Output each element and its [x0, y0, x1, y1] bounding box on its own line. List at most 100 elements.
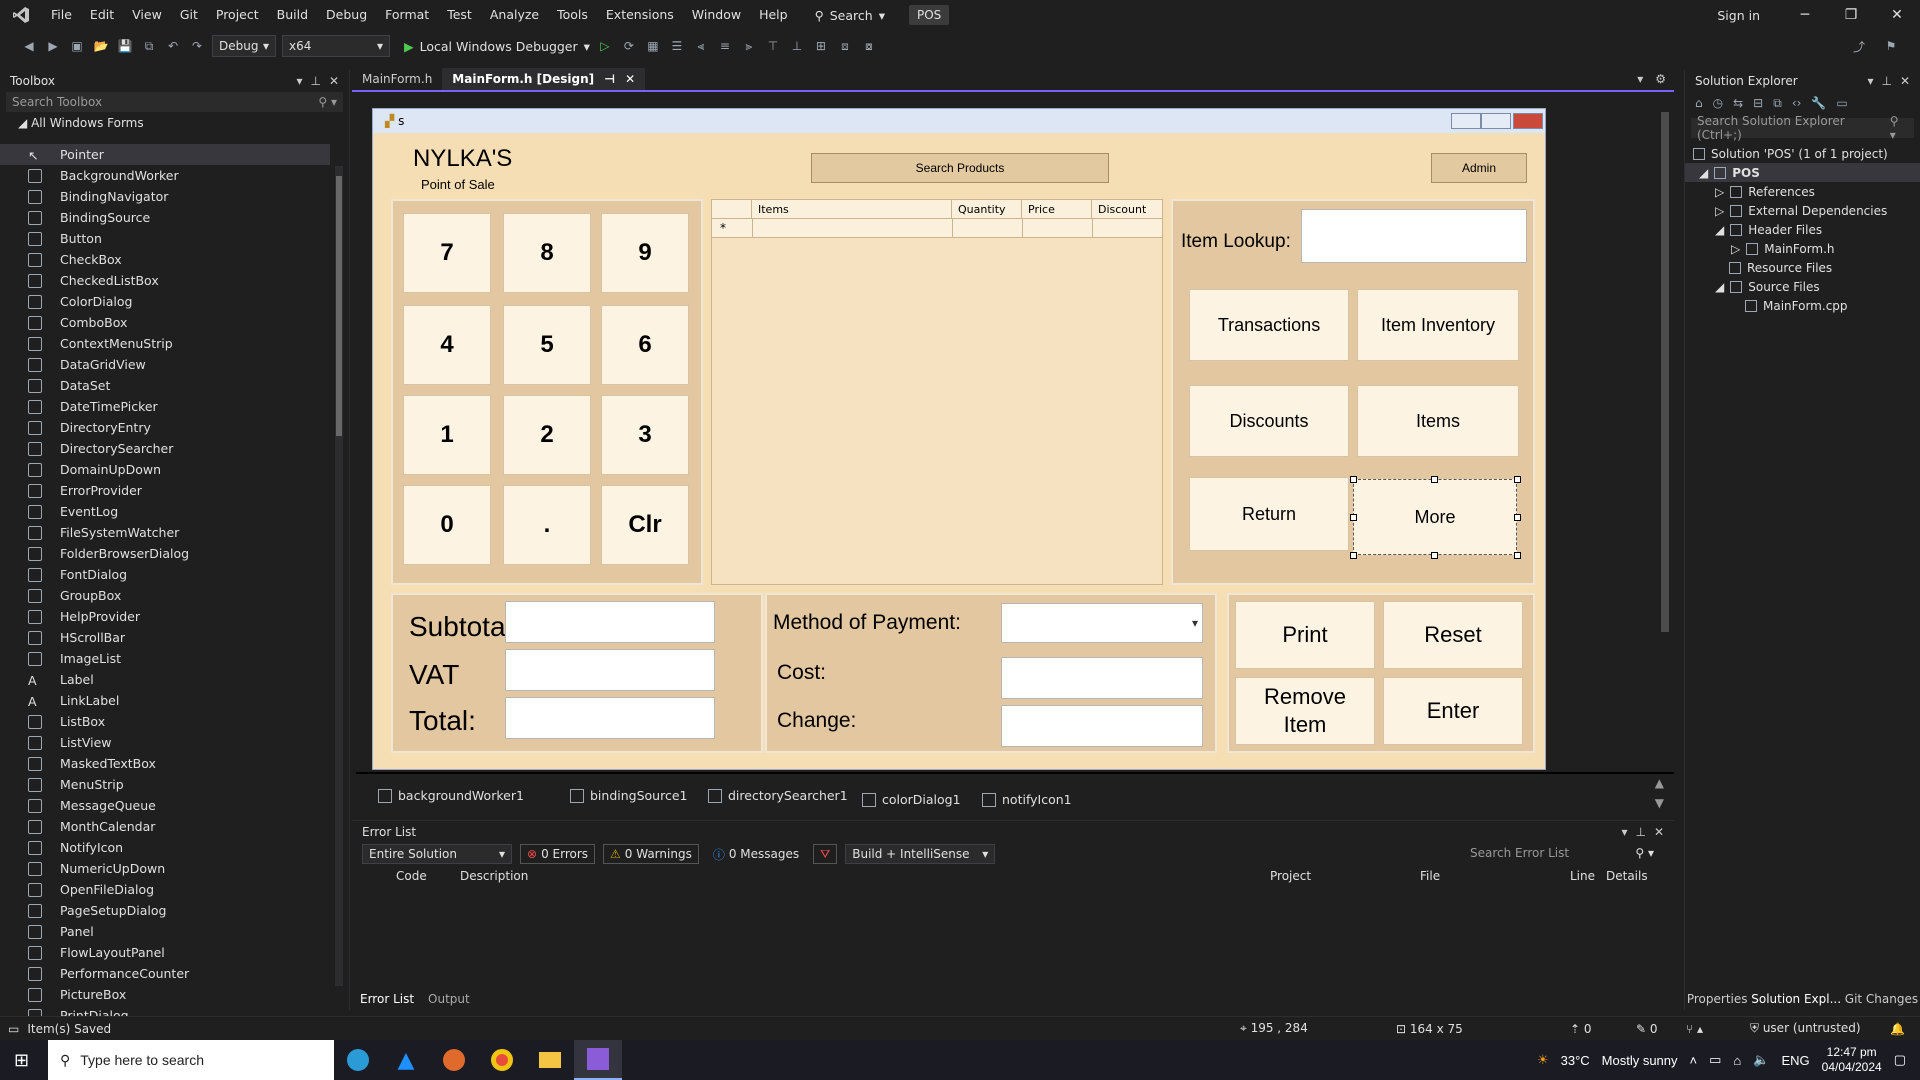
new-project-icon[interactable]: ▣ [68, 37, 86, 55]
menu-edit[interactable]: Edit [81, 0, 123, 30]
visual-studio-taskbar-icon[interactable] [574, 1040, 622, 1080]
column-line[interactable]: Line [1570, 869, 1595, 883]
toolbox-item[interactable]: FolderBrowserDialog [0, 543, 330, 564]
tree-node-mainform-cpp[interactable]: MainForm.cpp [1685, 296, 1920, 315]
grid-header-quantity[interactable]: Quantity [952, 200, 1022, 218]
key-5-button[interactable]: 5 [503, 305, 591, 385]
gear-icon[interactable]: ⚙ [1655, 72, 1666, 86]
menu-extensions[interactable]: Extensions [597, 0, 683, 30]
errors-filter-button[interactable]: ⊗ 0 Errors [520, 844, 596, 864]
toolbox-item[interactable]: Button [0, 228, 330, 249]
grid-new-row[interactable]: * [712, 218, 1162, 238]
minimize-icon[interactable]: ─ [1782, 7, 1828, 23]
menu-file[interactable]: File [42, 0, 81, 30]
tree-node-resource-files[interactable]: Resource Files [1685, 258, 1920, 277]
chevron-up-icon[interactable]: ˄ [1690, 1053, 1698, 1068]
toolbox-item[interactable]: BackgroundWorker [0, 165, 330, 186]
resize-handle[interactable] [1350, 514, 1357, 521]
close-icon[interactable]: ✕ [329, 74, 339, 88]
pos-form[interactable]: ▞ s NYLKA'S Point of Sale Search Product… [372, 108, 1546, 770]
resize-handle[interactable] [1350, 552, 1357, 559]
restore-icon[interactable]: ❐ [1828, 7, 1874, 23]
toolbox-scrollbar[interactable] [335, 166, 343, 986]
item-inventory-button[interactable]: Item Inventory [1357, 289, 1519, 361]
tree-node-header-files[interactable]: ◢ Header Files [1685, 220, 1920, 239]
column-details[interactable]: Details [1606, 869, 1648, 883]
resize-handle[interactable] [1514, 476, 1521, 483]
toolbox-item[interactable]: FileSystemWatcher [0, 522, 330, 543]
grid-header-price[interactable]: Price [1022, 200, 1092, 218]
toolbox-item[interactable]: PictureBox [0, 984, 330, 1005]
toolbox-item[interactable]: PageSetupDialog [0, 900, 330, 921]
tree-node-mainform-h[interactable]: ▷ MainForm.h [1685, 239, 1920, 258]
transactions-button[interactable]: Transactions [1189, 289, 1349, 361]
close-icon[interactable]: ✕ [1874, 7, 1920, 23]
tree-node-project[interactable]: ◢ POS [1685, 163, 1920, 182]
payment-method-select[interactable]: ▾ [1001, 603, 1203, 643]
sync-icon[interactable]: ⇆ [1733, 96, 1743, 110]
toolbox-item[interactable]: DataSet [0, 375, 330, 396]
toolbox-item[interactable]: DirectorySearcher [0, 438, 330, 459]
key-7-button[interactable]: 7 [403, 213, 491, 293]
taskbar-search-input[interactable]: ⚲ Type here to search [48, 1040, 334, 1080]
enter-button[interactable]: Enter [1383, 677, 1523, 745]
toolbox-item[interactable]: ColorDialog [0, 291, 330, 312]
edits-indicator[interactable]: ✎ 0 [1636, 1022, 1658, 1036]
grid-header-items[interactable]: Items [752, 200, 952, 218]
reset-button[interactable]: Reset [1383, 601, 1523, 669]
history-icon[interactable]: ◷ [1713, 96, 1723, 110]
platform-dropdown[interactable]: x64 ▾ [282, 35, 390, 57]
align-top-icon[interactable]: ⊤ [764, 37, 782, 55]
chevron-down-icon[interactable]: ▾ [1621, 825, 1627, 839]
column-project[interactable]: Project [1270, 869, 1311, 883]
weather-icon[interactable]: ☀ [1537, 1052, 1549, 1068]
notification-icon[interactable]: 🔔 [1890, 1022, 1905, 1036]
resize-handle[interactable] [1514, 514, 1521, 521]
start-without-debugging-icon[interactable]: ▷ [596, 37, 614, 55]
toolbox-item[interactable]: ListView [0, 732, 330, 753]
menu-window[interactable]: Window [683, 0, 750, 30]
align-middle-icon[interactable]: ⊥ [788, 37, 806, 55]
edge-icon[interactable] [334, 1040, 382, 1080]
toolbox-item[interactable]: NumericUpDown [0, 858, 330, 879]
close-icon[interactable]: ✕ [1900, 74, 1910, 88]
toolbox-item[interactable]: HelpProvider [0, 606, 330, 627]
admin-button[interactable]: Admin [1431, 153, 1527, 183]
tab-mainform-design[interactable]: MainForm.h [Design] ⊣ ✕ [442, 68, 646, 90]
clock[interactable]: 12:47 pm 04/04/2024 [1822, 1045, 1882, 1075]
toolbox-item[interactable]: MessageQueue [0, 795, 330, 816]
designer-scrollbar[interactable] [1658, 94, 1672, 770]
key-8-button[interactable]: 8 [503, 213, 591, 293]
preview-icon[interactable]: ▭ [1836, 96, 1847, 110]
toolbox-item[interactable]: ErrorProvider [0, 480, 330, 501]
save-all-icon[interactable]: ⧉ [140, 37, 158, 55]
toolbox-item[interactable]: FlowLayoutPanel [0, 942, 330, 963]
toolbox-item[interactable]: BindingNavigator [0, 186, 330, 207]
tree-node-source-files[interactable]: ◢ Source Files [1685, 277, 1920, 296]
toolbox-item[interactable]: CheckBox [0, 249, 330, 270]
tree-node-solution[interactable]: Solution 'POS' (1 of 1 project) [1685, 144, 1920, 163]
filter-button[interactable]: ⛛ [813, 844, 838, 864]
tab-solution-explorer[interactable]: Solution Expl... [1751, 992, 1841, 1006]
toolbox-item[interactable]: ContextMenuStrip [0, 333, 330, 354]
key-clear-button[interactable]: Clr [601, 485, 689, 565]
toolbox-item[interactable]: FontDialog [0, 564, 330, 585]
menu-test[interactable]: Test [438, 0, 481, 30]
subtotal-input[interactable] [505, 601, 715, 643]
resize-handle[interactable] [1431, 476, 1438, 483]
user-indicator[interactable]: ⛨ user (untrusted) [1750, 1021, 1861, 1036]
code-icon[interactable]: ‹› [1792, 96, 1802, 110]
network-icon[interactable]: ⌂ [1733, 1053, 1741, 1068]
size-icon[interactable]: ⊞ [812, 37, 830, 55]
key-9-button[interactable]: 9 [601, 213, 689, 293]
scope-dropdown[interactable]: Entire Solution ▾ [362, 844, 512, 864]
grid-header-discount[interactable]: Discount [1092, 200, 1162, 218]
resize-handle[interactable] [1431, 552, 1438, 559]
toolbox-group-header[interactable]: ◢ All Windows Forms [0, 112, 349, 134]
chevron-down-icon[interactable]: ▾ [1637, 72, 1643, 86]
layout-icon[interactable]: ▦ [644, 37, 662, 55]
share-icon[interactable]: ⤴ [1850, 37, 1868, 55]
toolbox-item[interactable]: OpenFileDialog [0, 879, 330, 900]
tree-node-references[interactable]: ▷ References [1685, 182, 1920, 201]
resize-handle[interactable] [1350, 476, 1357, 483]
